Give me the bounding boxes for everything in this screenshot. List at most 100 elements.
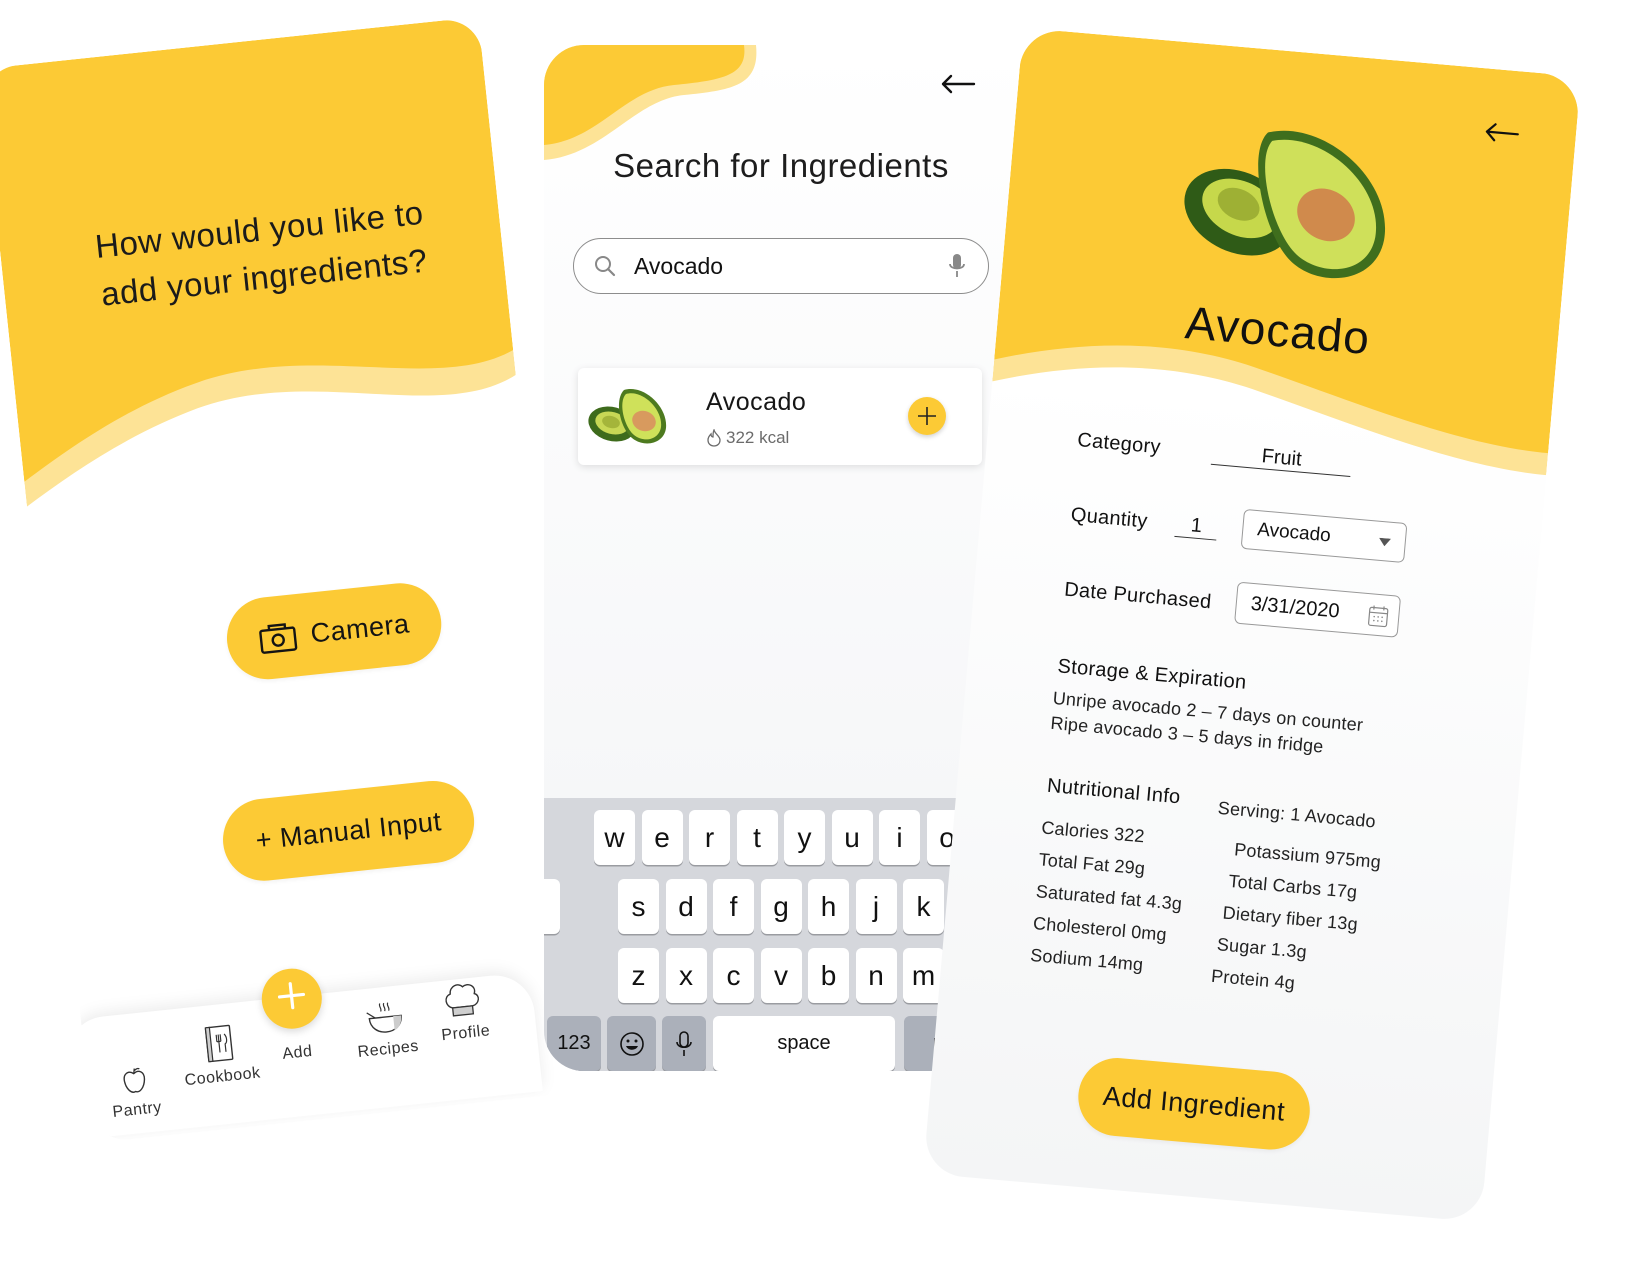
- nav-item-profile[interactable]: Profile: [436, 976, 491, 1045]
- key-label: r: [704, 821, 715, 853]
- nav-label: Recipes: [356, 1037, 420, 1062]
- result-item[interactable]: Avocado 322 kcal: [578, 368, 982, 465]
- back-button[interactable]: [940, 73, 976, 100]
- key-label: s: [631, 890, 646, 922]
- add-method-screen: How would you like to add your ingredien…: [0, 16, 592, 1144]
- key-label: x: [679, 959, 693, 991]
- key-label: f: [729, 890, 738, 922]
- key-y[interactable]: y: [784, 810, 825, 865]
- avocado-image: [1184, 130, 1386, 279]
- serving-size: Serving: 1 Avocado: [1217, 797, 1377, 832]
- key-k[interactable]: k: [903, 879, 944, 934]
- flame-icon: [707, 429, 721, 447]
- soup-bowl-icon: [366, 1002, 402, 1033]
- nutrition-item: Saturated fat 4.3g: [1035, 881, 1184, 914]
- nutrition-item: Calories 322: [1040, 817, 1146, 847]
- nav-item-cookbook[interactable]: Cookbook: [179, 1021, 261, 1091]
- key-u[interactable]: u: [831, 810, 873, 865]
- key-label: b: [820, 959, 837, 991]
- key-label: i: [896, 821, 903, 853]
- unit-select-value: Avocado: [1256, 519, 1332, 547]
- date-purchased-field[interactable]: 3/31/2020: [1234, 581, 1402, 638]
- key-z[interactable]: z: [618, 948, 659, 1003]
- key-label: d: [678, 890, 694, 922]
- nutrition-item: Dietary fiber 13g: [1221, 902, 1359, 935]
- key-t[interactable]: t: [736, 810, 778, 865]
- plus-icon: [918, 407, 936, 425]
- manual-input-label: + Manual Input: [254, 805, 443, 855]
- add-result-button[interactable]: [908, 397, 946, 435]
- calories-text: 322 kcal: [726, 428, 790, 447]
- date-value: 3/31/2020: [1249, 592, 1341, 623]
- key-x[interactable]: x: [665, 948, 707, 1003]
- microphone-icon[interactable]: [948, 253, 966, 279]
- avocado-image: [588, 389, 667, 444]
- key-label: k: [916, 890, 931, 922]
- nutrition-item: Potassium 975mg: [1233, 839, 1382, 873]
- key-i[interactable]: i: [879, 810, 920, 865]
- date-purchased-label: Date Purchased: [1063, 578, 1213, 614]
- key-space[interactable]: space: [713, 1016, 895, 1071]
- nav-label: Profile: [440, 1022, 491, 1045]
- add-ingredient-label: Add Ingredient: [1101, 1080, 1287, 1127]
- key-n[interactable]: n: [855, 948, 897, 1003]
- nav-item-recipes[interactable]: Recipes: [353, 998, 420, 1062]
- key-e[interactable]: e: [641, 810, 683, 865]
- microphone-icon: [676, 1030, 692, 1056]
- key-label: 123: [557, 1032, 591, 1054]
- result-calories: 322 kcal: [706, 428, 789, 448]
- key-label: z: [631, 959, 646, 991]
- result-name: Avocado: [706, 388, 807, 416]
- quantity-field[interactable]: 1: [1174, 512, 1219, 541]
- search-bar[interactable]: [573, 238, 989, 294]
- plus-icon: [277, 982, 306, 1010]
- nav-item-add[interactable]: Add: [258, 965, 325, 1065]
- nutrition-item: Cholesterol 0mg: [1032, 913, 1168, 945]
- key-label: u: [844, 821, 860, 853]
- storage-heading: Storage & Expiration: [1056, 655, 1248, 694]
- manual-input-button[interactable]: + Manual Input: [218, 776, 479, 885]
- key-label: g: [773, 890, 789, 922]
- back-button[interactable]: [1483, 120, 1521, 150]
- key-d[interactable]: d: [665, 879, 707, 934]
- key-w[interactable]: w: [594, 810, 635, 865]
- key-g[interactable]: g: [760, 879, 802, 934]
- key-emoji[interactable]: [607, 1016, 656, 1071]
- key-h[interactable]: h: [808, 879, 849, 934]
- key-dictation[interactable]: [662, 1016, 706, 1071]
- bottom-nav-bar: Pantry Cookbook Add Recipes Profile: [62, 965, 543, 1141]
- calendar-icon[interactable]: [1367, 604, 1389, 628]
- key-a-partial[interactable]: [544, 879, 560, 934]
- nutrition-item: Total Carbs 17g: [1227, 870, 1359, 903]
- arrow-left-icon: [941, 74, 976, 94]
- key-label: n: [868, 959, 884, 991]
- search-icon: [595, 256, 616, 277]
- key-numbers[interactable]: 123: [547, 1016, 601, 1071]
- key-f[interactable]: f: [713, 879, 754, 934]
- nutrition-heading: Nutritional Info: [1046, 774, 1182, 809]
- key-label: c: [726, 959, 741, 991]
- camera-button[interactable]: Camera: [222, 579, 446, 684]
- key-r[interactable]: r: [689, 810, 730, 865]
- unit-select[interactable]: Avocado: [1240, 508, 1408, 564]
- nav-label: Pantry: [111, 1098, 163, 1121]
- key-c[interactable]: c: [713, 948, 754, 1003]
- camera-icon: [259, 623, 298, 654]
- quantity-label: Quantity: [1069, 503, 1149, 533]
- nutrition-item: Total Fat 29g: [1037, 849, 1146, 879]
- key-b[interactable]: b: [808, 948, 849, 1003]
- key-label: m: [911, 959, 936, 991]
- key-s[interactable]: s: [618, 879, 659, 934]
- key-v[interactable]: v: [760, 948, 802, 1003]
- key-j[interactable]: j: [855, 879, 897, 934]
- add-ingredient-button[interactable]: Add Ingredient: [1075, 1054, 1314, 1153]
- nutrition-item: Sugar 1.3g: [1216, 934, 1308, 962]
- key-label: space: [777, 1032, 831, 1054]
- search-input[interactable]: [632, 251, 936, 281]
- nav-item-pantry[interactable]: Pantry: [108, 1063, 163, 1122]
- key-label: e: [654, 821, 670, 853]
- chef-hat-icon: [445, 984, 480, 1017]
- apple-icon: [123, 1067, 145, 1093]
- cookbook-icon: [204, 1024, 234, 1063]
- nutrition-item: Protein 4g: [1210, 965, 1296, 994]
